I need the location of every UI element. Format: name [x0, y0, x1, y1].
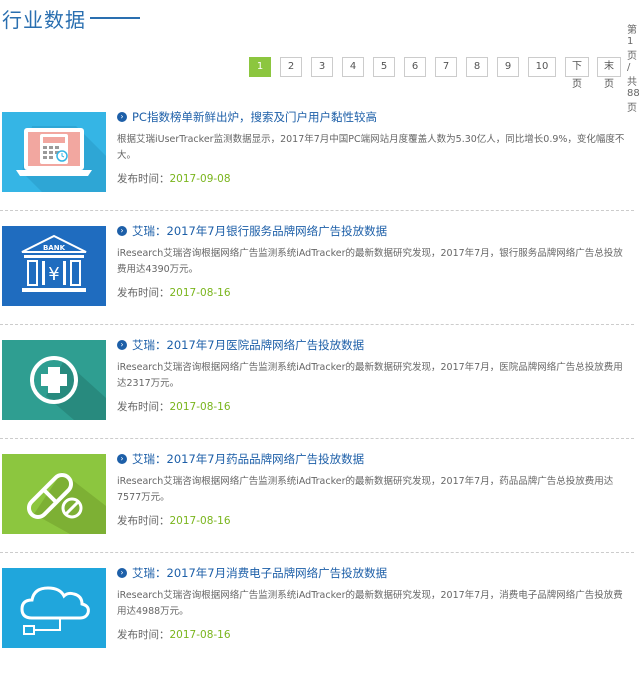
page-info: 第1页 / 共88页	[627, 24, 640, 114]
article-date: 2017-09-08	[169, 173, 231, 185]
article-date: 2017-08-16	[169, 629, 231, 641]
svg-text:¥: ¥	[48, 264, 59, 285]
article-thumbnail[interactable]: BANK ¥	[2, 226, 106, 306]
chevron-right-icon: ›	[117, 112, 127, 122]
article-date: 2017-08-16	[169, 287, 231, 299]
page-link-5[interactable]: 5	[373, 57, 395, 77]
date-label: 发布时间：	[117, 515, 170, 527]
article-thumbnail[interactable]	[2, 340, 106, 420]
article-date: 2017-08-16	[169, 515, 231, 527]
article-title[interactable]: › 艾瑞：2017年7月银行服务品牌网络广告投放数据	[117, 223, 387, 239]
page-link-6[interactable]: 6	[404, 57, 426, 77]
article-date: 2017-08-16	[169, 401, 231, 413]
page-link-8[interactable]: 8	[466, 57, 488, 77]
page-title: 行业数据	[2, 8, 86, 32]
date-label: 发布时间：	[117, 173, 170, 185]
article-summary: iResearch艾瑞咨询根据网络广告监测系统iAdTracker的最新数据研究…	[117, 362, 623, 389]
date-label: 发布时间：	[117, 401, 170, 413]
article-thumbnail[interactable]	[2, 568, 106, 648]
article-item: › 艾瑞：2017年7月消费电子品牌网络广告投放数据 iResearch艾瑞咨询根…	[0, 565, 634, 682]
pagination: 1 2 3 4 5 6 7 8 9 10 下页 末页 第1页 / 共88页	[249, 25, 640, 114]
divider	[0, 324, 634, 325]
article-date-row: 发布时间：2017-08-16	[117, 513, 231, 528]
bank-icon: BANK ¥	[2, 226, 106, 306]
article-item: › 艾瑞：2017年7月药品品牌网络广告投放数据 iResearch艾瑞咨询根据网…	[0, 451, 634, 568]
page-link-1[interactable]: 1	[249, 57, 271, 77]
article-item: BANK ¥ › 艾瑞：2017年7月银行服务品牌网络广告投放数据 iResear…	[0, 223, 634, 340]
cloud-usb-icon	[2, 568, 106, 648]
page-link-2[interactable]: 2	[280, 57, 302, 77]
article-date-row: 发布时间：2017-09-08	[117, 171, 231, 186]
page-link-4[interactable]: 4	[342, 57, 364, 77]
date-label: 发布时间：	[117, 629, 170, 641]
article-thumbnail[interactable]	[2, 112, 106, 192]
title-underline	[90, 17, 140, 19]
divider	[0, 210, 634, 211]
article-date-row: 发布时间：2017-08-16	[117, 627, 231, 642]
date-label: 发布时间：	[117, 287, 170, 299]
page-link-7[interactable]: 7	[435, 57, 457, 77]
article-item: › PC指数榜单新鲜出炉，搜索及门户用户黏性较高 根据艾瑞iUserTracker…	[0, 109, 634, 226]
article-summary: iResearch艾瑞咨询根据网络广告监测系统iAdTracker的最新数据研究…	[117, 476, 614, 503]
svg-text:BANK: BANK	[43, 244, 66, 252]
page-link-3[interactable]: 3	[311, 57, 333, 77]
article-date-row: 发布时间：2017-08-16	[117, 285, 231, 300]
last-page-button[interactable]: 末页	[597, 57, 621, 90]
chevron-right-icon: ›	[117, 340, 127, 350]
article-title[interactable]: › 艾瑞：2017年7月药品品牌网络广告投放数据	[117, 451, 364, 467]
chevron-right-icon: ›	[117, 454, 127, 464]
page-link-9[interactable]: 9	[497, 57, 519, 77]
article-title[interactable]: › PC指数榜单新鲜出炉，搜索及门户用户黏性较高	[117, 109, 377, 125]
article-summary: iResearch艾瑞咨询根据网络广告监测系统iAdTracker的最新数据研究…	[117, 248, 623, 275]
article-summary: iResearch艾瑞咨询根据网络广告监测系统iAdTracker的最新数据研究…	[117, 590, 623, 617]
chevron-right-icon: ›	[117, 568, 127, 578]
article-summary: 根据艾瑞iUserTracker监测数据显示，2017年7月中国PC端网站月度覆…	[117, 134, 625, 161]
article-thumbnail[interactable]	[2, 454, 106, 534]
article-item: › 艾瑞：2017年7月医院品牌网络广告投放数据 iResearch艾瑞咨询根据网…	[0, 337, 634, 454]
article-title[interactable]: › 艾瑞：2017年7月消费电子品牌网络广告投放数据	[117, 565, 387, 581]
page-link-10[interactable]: 10	[528, 57, 556, 77]
laptop-calculator-icon	[2, 112, 106, 192]
divider	[0, 438, 634, 439]
divider	[0, 552, 634, 553]
pill-icon	[2, 454, 106, 534]
article-date-row: 发布时间：2017-08-16	[117, 399, 231, 414]
medical-cross-icon	[2, 340, 106, 420]
next-page-button[interactable]: 下页	[565, 57, 589, 90]
chevron-right-icon: ›	[117, 226, 127, 236]
article-title[interactable]: › 艾瑞：2017年7月医院品牌网络广告投放数据	[117, 337, 364, 353]
